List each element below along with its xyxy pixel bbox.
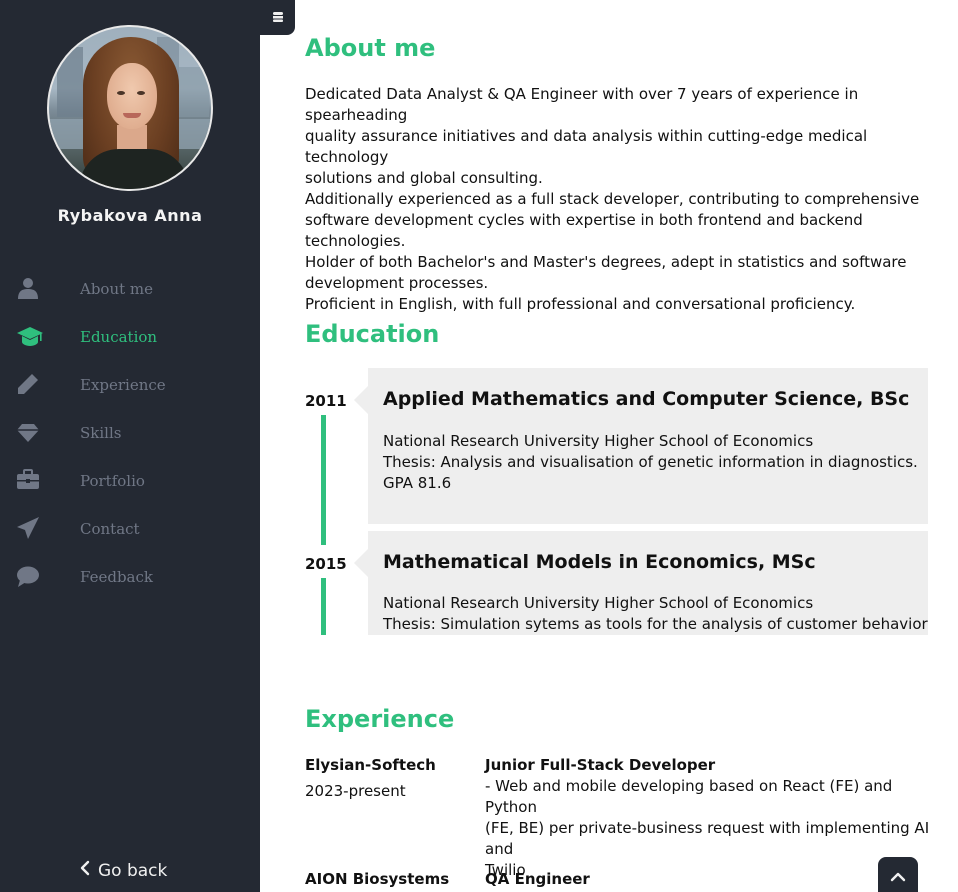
about-line: solutions and global consulting. (305, 169, 543, 187)
nav-item-experience[interactable]: Experience (0, 364, 260, 412)
about-line: Proficient in English, with full profess… (305, 295, 856, 313)
nav-label: About me (80, 280, 154, 298)
nav-label: Skills (80, 424, 122, 442)
nav-item-feedback[interactable]: Feedback (0, 556, 260, 604)
comment-icon (16, 564, 40, 588)
nav-item-contact[interactable]: Contact (0, 508, 260, 556)
menu-toggle-icon (272, 8, 284, 27)
sidebar: Rybakova Anna About me Education Experie… (0, 0, 260, 892)
experience-company: AION Biosystems (305, 870, 450, 888)
pencil-icon (16, 372, 40, 396)
sidebar-toggle-button[interactable] (260, 0, 295, 35)
education-title: Mathematical Models in Economics, MSc (383, 551, 816, 573)
education-detail: GPA 81.6 (383, 474, 452, 492)
experience-desc-line: - Web and mobile developing based on Rea… (485, 777, 893, 816)
timeline-bar (321, 415, 326, 545)
education-year: 2015 (305, 555, 347, 573)
about-line: Additionally experienced as a full stack… (305, 190, 920, 208)
diamond-icon (16, 420, 40, 444)
education-card: Mathematical Models in Economics, MSc Na… (354, 531, 928, 635)
briefcase-icon (16, 468, 40, 492)
education-heading: Education (305, 320, 440, 348)
nav-item-education[interactable]: Education (0, 316, 260, 364)
chevron-left-icon (80, 860, 90, 881)
sidebar-nav: About me Education Experience Skills Por… (0, 268, 260, 604)
scroll-to-top-button[interactable] (878, 857, 918, 892)
experience-description: - Web and mobile developing based on Rea… (485, 776, 930, 881)
profile-name: Rybakova Anna (57, 206, 203, 225)
nav-item-about[interactable]: About me (0, 268, 260, 316)
about-line: quality assurance initiatives and data a… (305, 127, 868, 166)
nav-label: Portfolio (80, 472, 145, 490)
go-back-button[interactable]: Go back (80, 860, 167, 881)
experience-company: Elysian-Softech (305, 756, 436, 774)
education-year: 2011 (305, 392, 347, 410)
nav-item-portfolio[interactable]: Portfolio (0, 460, 260, 508)
education-card: Applied Mathematics and Computer Science… (354, 368, 928, 524)
about-line: Dedicated Data Analyst & QA Engineer wit… (305, 85, 859, 124)
timeline-bar (321, 578, 326, 635)
education-detail: Thesis: Analysis and visualisation of ge… (383, 453, 918, 471)
experience-period: 2023-present (305, 782, 406, 800)
go-back-label: Go back (98, 860, 168, 881)
paper-plane-icon (16, 516, 40, 540)
avatar (47, 25, 213, 191)
nav-label: Feedback (80, 568, 153, 586)
experience-role: Junior Full-Stack Developer (485, 756, 716, 774)
nav-item-skills[interactable]: Skills (0, 412, 260, 460)
about-line: software development cycles with experti… (305, 211, 863, 250)
education-detail: National Research University Higher Scho… (383, 594, 814, 612)
about-heading: About me (305, 34, 436, 62)
graduation-cap-icon (16, 324, 43, 348)
about-line: development processes. (305, 274, 489, 292)
education-detail: National Research University Higher Scho… (383, 432, 814, 450)
nav-label: Education (80, 328, 158, 346)
education-detail: Thesis: Simulation sytems as tools for t… (383, 615, 928, 633)
about-text: Dedicated Data Analyst & QA Engineer wit… (305, 84, 930, 315)
about-line: Holder of both Bachelor's and Master's d… (305, 253, 907, 271)
nav-label: Contact (80, 520, 140, 538)
chevron-up-icon (890, 867, 906, 886)
user-icon (16, 276, 40, 300)
education-title: Applied Mathematics and Computer Science… (383, 388, 910, 410)
experience-heading: Experience (305, 705, 455, 733)
nav-label: Experience (80, 376, 166, 394)
experience-desc-line: (FE, BE) per private-business request wi… (485, 819, 930, 858)
experience-role: QA Engineer (485, 870, 590, 888)
